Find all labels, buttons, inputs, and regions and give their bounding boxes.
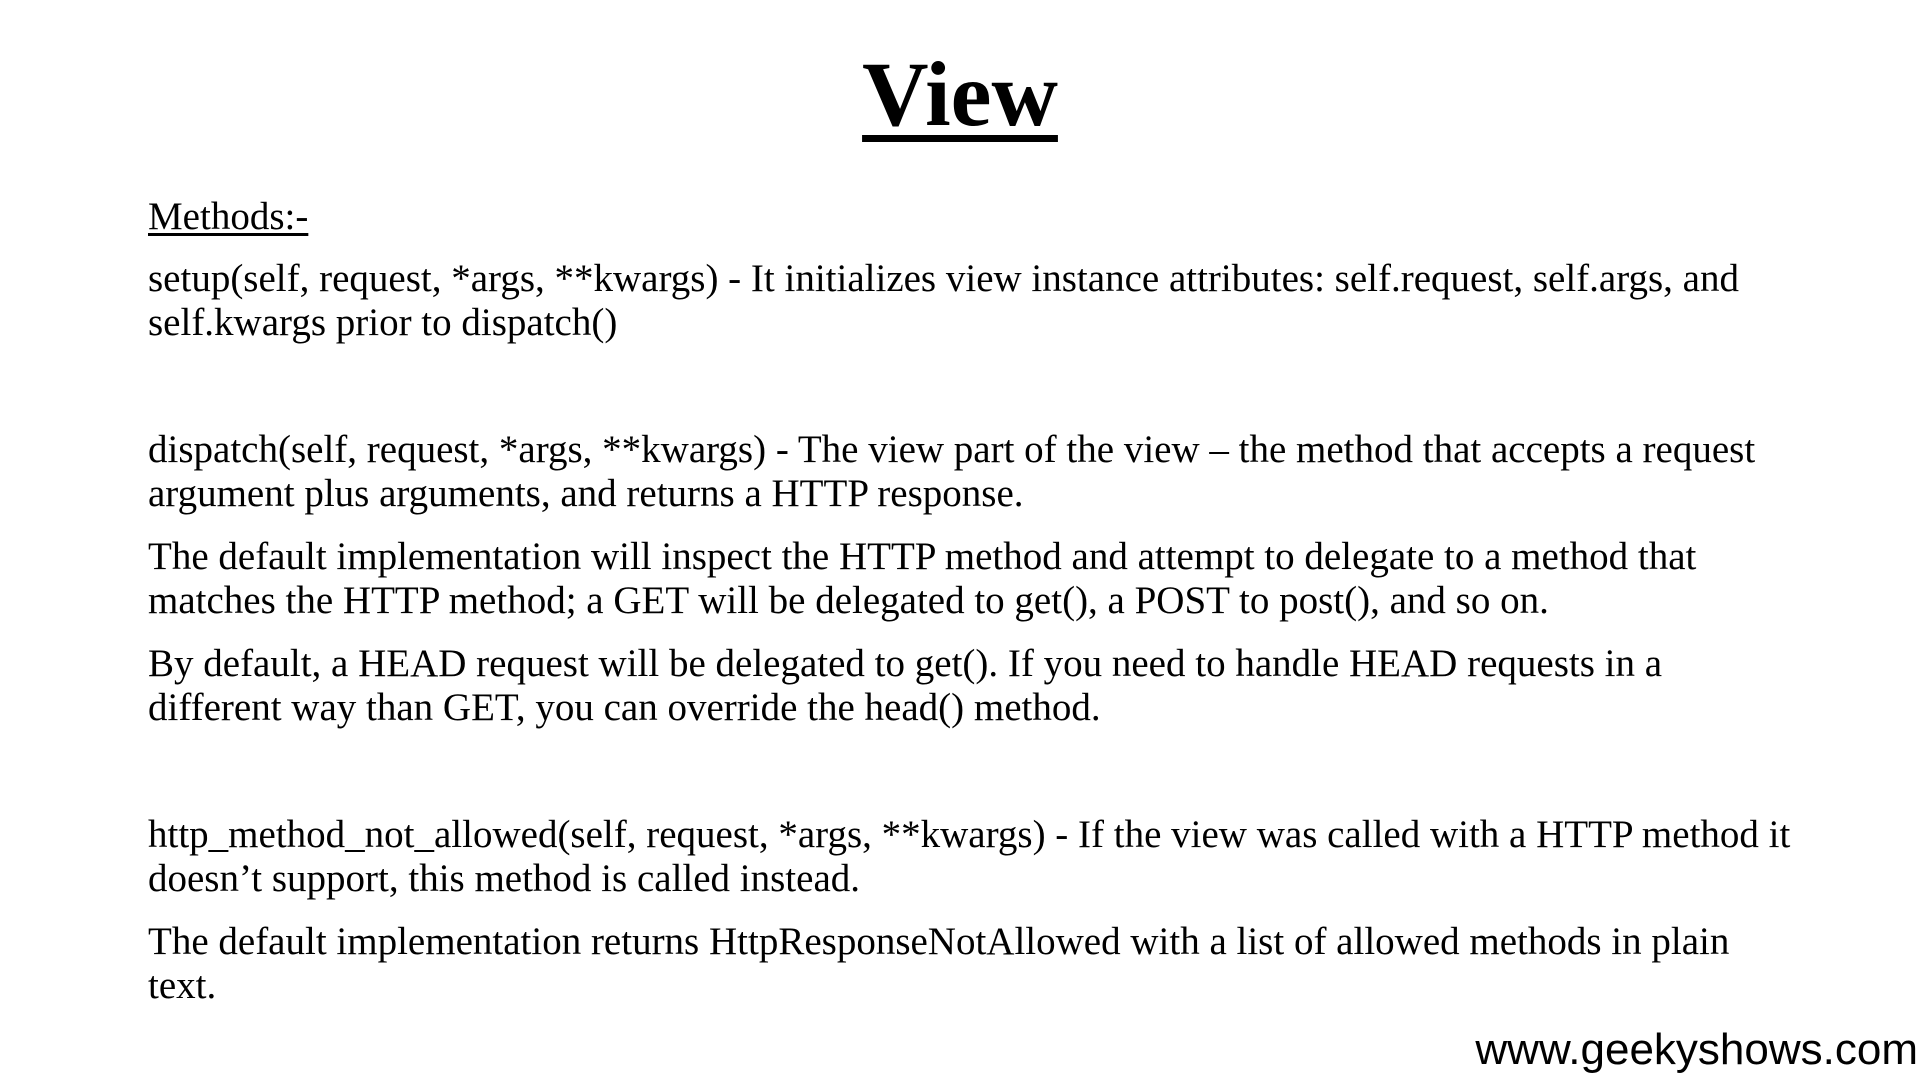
methods-heading: Methods:- xyxy=(148,195,309,238)
slide-title-text: View xyxy=(862,43,1058,145)
website-footer: www.geekyshows.com xyxy=(1475,1025,1918,1075)
dispatch-method-description: dispatch(self, request, *args, **kwargs)… xyxy=(148,428,1756,515)
setup-method-description: setup(self, request, *args, **kwargs) - … xyxy=(148,257,1739,344)
dispatch-default-behavior: The default implementation will inspect … xyxy=(148,535,1697,622)
slide-title: View xyxy=(0,43,1920,145)
slide-body: Methods:- setup(self, request, *args, **… xyxy=(148,195,1798,1008)
head-request-note: By default, a HEAD request will be deleg… xyxy=(148,642,1663,729)
slide: View Methods:- setup(self, request, *arg… xyxy=(0,0,1920,1080)
http-method-not-allowed-description: http_method_not_allowed(self, request, *… xyxy=(148,813,1791,900)
not-allowed-default-behavior: The default implementation returns HttpR… xyxy=(148,920,1730,1007)
